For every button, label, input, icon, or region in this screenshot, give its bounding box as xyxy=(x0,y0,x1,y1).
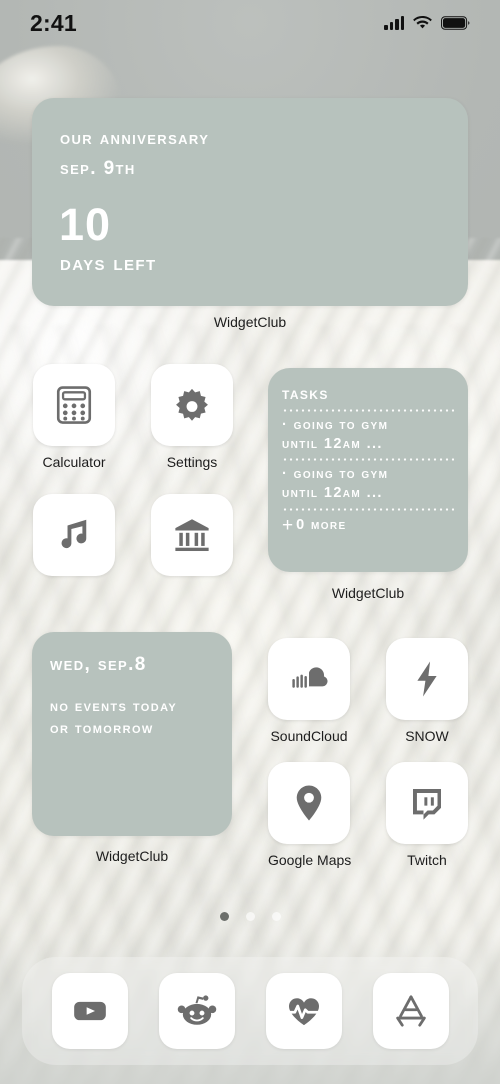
anniversary-days-left-label: Days left xyxy=(60,250,157,275)
signal-bars-icon xyxy=(384,16,404,30)
reddit-tile[interactable] xyxy=(158,973,235,1049)
app-icon-google-maps[interactable]: Google Maps xyxy=(268,762,352,868)
app-icon-bank[interactable] xyxy=(151,494,233,584)
tasks-divider xyxy=(282,409,454,412)
youtube-icon xyxy=(73,1001,106,1021)
bank-icon xyxy=(175,519,209,552)
task-item[interactable]: · Going to Gym Until 12am ... xyxy=(282,416,454,454)
calendar-message: No events today or tomorrow xyxy=(50,696,214,740)
task-bullet: · xyxy=(282,466,289,483)
calendar-message-line2: or tomorrow xyxy=(50,719,154,737)
anniversary-widget[interactable]: Our anniversary Sep. 9th 10 Days left xyxy=(32,98,468,306)
app-store-icon xyxy=(395,995,426,1027)
tasks-widget-source-label: WidgetClub xyxy=(331,585,405,601)
dock-app-app-store[interactable] xyxy=(372,973,449,1049)
task-item[interactable]: · Going to Gym Until 12am ... xyxy=(282,465,454,503)
dock xyxy=(22,957,478,1065)
reddit-icon xyxy=(177,995,216,1025)
snow-tile[interactable] xyxy=(386,638,468,720)
anniversary-widget-source-label: WidgetClub xyxy=(213,314,287,330)
task-bullet: · xyxy=(282,417,289,433)
calendar-date: WED, Sep.8 xyxy=(50,654,147,675)
app-label-soundcloud: SoundCloud xyxy=(270,728,348,744)
page-dot-3[interactable] xyxy=(271,912,281,921)
calendar-widget-source-label: WidgetClub xyxy=(95,848,169,864)
status-bar-clock: 2:41 xyxy=(30,9,77,36)
tasks-divider xyxy=(282,458,454,462)
tasks-widget[interactable]: Tasks · Going to Gym Until 12am ... · Go… xyxy=(268,368,468,572)
twitch-icon xyxy=(413,789,441,820)
calendar-message-line1: No events today xyxy=(50,698,178,715)
app-label-snow: SNOW xyxy=(405,728,449,744)
tasks-more-label: 0 more xyxy=(296,517,347,533)
app-icon-settings[interactable]: Settings xyxy=(151,364,233,470)
anniversary-date: Sep. 9th xyxy=(60,158,136,179)
map-pin-icon xyxy=(296,785,322,821)
status-bar-indicators xyxy=(384,16,470,30)
tasks-widget-title: Tasks xyxy=(282,384,329,403)
page-dot-1[interactable] xyxy=(219,912,229,921)
plus-icon: + xyxy=(282,514,294,536)
page-indicator[interactable] xyxy=(0,912,500,921)
dock-app-reddit[interactable] xyxy=(158,973,235,1049)
task-text-line2: Until 12am ... xyxy=(282,436,383,453)
tasks-more-row[interactable]: + 0 more xyxy=(282,516,454,535)
task-text-line1: Going to Gym xyxy=(293,466,389,483)
lightning-bolt-icon xyxy=(417,661,437,697)
heart-pulse-icon xyxy=(284,998,323,1026)
app-store-tile[interactable] xyxy=(372,973,449,1049)
google-maps-tile[interactable] xyxy=(268,762,350,844)
task-text-line2: Until 12am ... xyxy=(282,485,383,502)
status-bar: 2:41 xyxy=(0,0,500,46)
app-icon-snow[interactable]: SNOW xyxy=(386,638,468,744)
home-screen: 2:41 Our anniversary Sep. 9th 10 Days le… xyxy=(0,0,500,1084)
soundcloud-icon xyxy=(292,667,328,688)
page-dot-2[interactable] xyxy=(245,912,255,921)
app-label-twitch: Twitch xyxy=(407,852,447,868)
calculator-tile[interactable] xyxy=(33,364,115,446)
app-icon-soundcloud[interactable]: SoundCloud xyxy=(268,638,350,744)
tasks-divider xyxy=(282,507,454,511)
music-tile[interactable] xyxy=(33,494,115,576)
bank-tile[interactable] xyxy=(151,494,233,576)
dock-app-health[interactable] xyxy=(265,973,342,1049)
app-label-settings: Settings xyxy=(166,454,218,470)
soundcloud-tile[interactable] xyxy=(268,638,350,720)
youtube-tile[interactable] xyxy=(51,973,128,1049)
dock-app-youtube[interactable] xyxy=(51,973,128,1049)
calendar-widget[interactable]: WED, Sep.8 No events today or tomorrow xyxy=(32,632,232,836)
app-icon-calculator[interactable]: Calculator xyxy=(33,364,115,470)
wifi-icon xyxy=(413,16,432,29)
app-label-calculator: Calculator xyxy=(42,454,106,470)
anniversary-days-count: 10 xyxy=(59,199,112,250)
calculator-icon xyxy=(56,386,92,424)
battery-full-icon xyxy=(441,16,470,30)
music-note-icon xyxy=(61,519,87,549)
task-text-line1: Going to Gym xyxy=(293,417,389,433)
health-tile[interactable] xyxy=(265,973,342,1049)
gear-icon xyxy=(176,388,208,421)
app-icon-music[interactable] xyxy=(33,494,115,584)
settings-tile[interactable] xyxy=(151,364,233,446)
app-label-google-maps: Google Maps xyxy=(268,852,352,868)
app-icon-twitch[interactable]: Twitch xyxy=(386,762,468,868)
anniversary-title: Our anniversary xyxy=(60,128,210,149)
twitch-tile[interactable] xyxy=(386,762,468,844)
